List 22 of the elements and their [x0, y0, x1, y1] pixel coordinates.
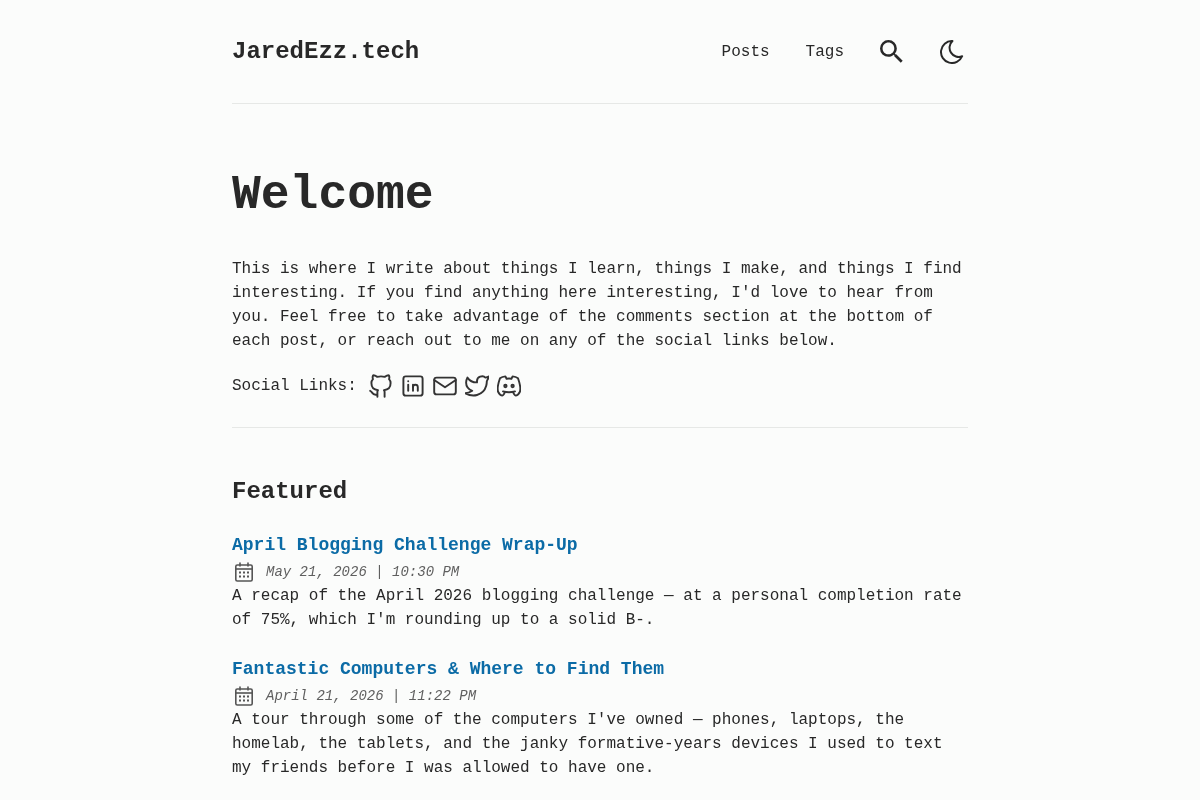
nav-link[interactable]: Posts: [721, 39, 770, 64]
linkedin-icon[interactable]: [400, 374, 425, 398]
mail-icon[interactable]: [432, 374, 457, 398]
discord-icon[interactable]: [496, 374, 521, 398]
post-description: A recap of the April 2026 blogging challenge — at a personal completion rate of 75%, which I'm rounding up to a solid B-.: [232, 586, 963, 631]
post-date: April 21, 2026 | 11:22 PM: [266, 687, 477, 706]
calendar-icon: [234, 686, 254, 706]
github-icon[interactable]: [368, 374, 393, 398]
post-description: A tour through some of the computers I've owned — phones, laptops, the homelab, the tablets, and the janky formative-years devices I used to text my friends before I was allowed to have one.: [232, 710, 944, 779]
bird-icon[interactable]: [464, 374, 489, 398]
site-title[interactable]: JaredEzz.tech: [232, 36, 420, 67]
search-icon[interactable]: [880, 39, 904, 64]
page-heading: Welcome: [232, 167, 435, 224]
post-title-link[interactable]: Fantastic Computers & Where to Find Them: [232, 657, 665, 681]
nav-link[interactable]: Tags: [805, 39, 844, 64]
calendar-icon: [234, 562, 254, 582]
intro-paragraph: This is where I write about things I learn, things I make, and things I find interesting. If you find anything here interesting, I'd love to hear from you. Feel free to take advantage of the comments section at the bottom of each post, or reach out to me on any of the social links below.: [232, 259, 963, 352]
post-title-link[interactable]: April Blogging Challenge Wrap-Up: [232, 533, 578, 557]
social-links-label: Social Links:: [232, 376, 357, 397]
section-heading: Featured: [232, 477, 349, 507]
post-date: May 21, 2026 | 10:30 PM: [266, 563, 460, 582]
moon-icon[interactable]: [940, 39, 964, 64]
